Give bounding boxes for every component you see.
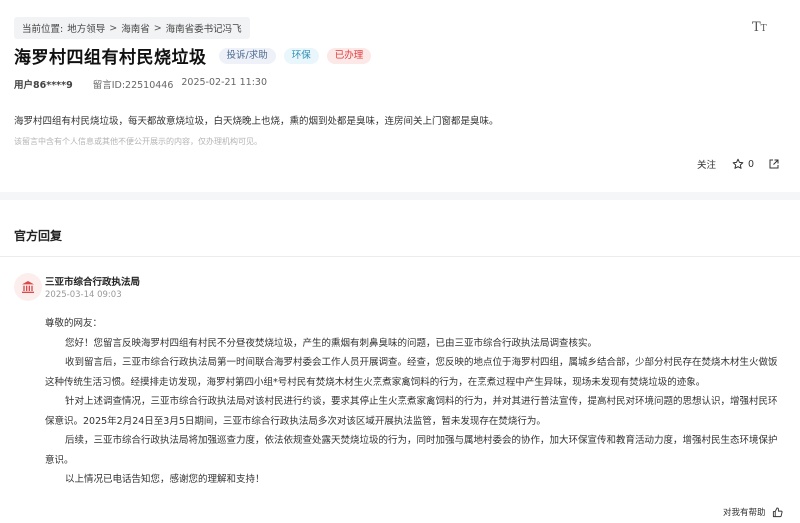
message-meta: 用户86****9 留言ID:22510446 2025-02-21 11:30 [14,77,267,91]
department-name[interactable]: 三亚市综合行政执法局 [45,274,140,288]
breadcrumb-item-region[interactable]: 地方领导 [67,21,105,35]
message-content: 海罗村四组有村民烧垃圾，每天都故意烧垃圾，白天烧晚上也烧，熏的烟到处都是臭味，连… [14,116,499,127]
helpful-button[interactable]: 对我有帮助 [723,506,783,518]
helpful-label: 对我有帮助 [723,508,766,518]
reply-body: 尊敬的网友： 您好！您留言反映海罗村四组有村民不分昼夜焚烧垃圾，产生的熏烟有刺鼻… [45,314,785,490]
breadcrumb-item-province[interactable]: 海南省 [121,21,150,35]
message-actions: 关注 0 [697,157,780,171]
breadcrumb-label: 当前位置: [22,24,64,35]
breadcrumb-item-leader[interactable]: 海南省委书记冯飞 [166,21,242,35]
status-badge: 已办理 [326,47,372,64]
official-reply-heading: 官方回复 [14,229,63,243]
reply-greeting: 尊敬的网友： [45,318,103,329]
font-size-icon[interactable]: TT [752,20,767,35]
reply-paragraph: 针对上述调查情况，三亚市综合行政执法局对该村民进行约谈，要求其停止生火烹煮家禽饲… [45,396,778,427]
breadcrumb: 当前位置: 地方领导 > 海南省 > 海南省委书记冯飞 [14,17,250,39]
share-button[interactable] [768,158,780,170]
reply-time: 2025-03-14 09:03 [45,290,122,300]
department-avatar [14,273,42,301]
message-id: 留言ID:22510446 [92,80,174,91]
breadcrumb-separator: > [153,22,162,34]
reply-paragraph: 您好！您留言反映海罗村四组有村民不分昼夜焚烧垃圾，产生的熏烟有刺鼻臭味的问题，已… [65,337,598,349]
reply-paragraph: 以上情况已电话告知您，感谢您的理解和支持！ [65,474,265,485]
star-icon [732,158,744,169]
government-building-icon [22,281,34,293]
message-user: 用户86****9 [14,80,73,91]
privacy-notice: 该留言中含有个人信息或其他不便公开展示的内容，仅办理机构可见。 [14,137,262,146]
breadcrumb-separator: > [109,22,118,34]
reply-paragraph: 收到留言后，三亚市综合行政执法局第一时间联合海罗村委会工作人员开展调查。经查，您… [45,357,778,388]
section-line [0,256,800,257]
type-tag: 投诉/求助 [218,47,276,64]
reply-paragraph: 后续，三亚市综合行政执法局将加强巡查力度，依法依规查处露天焚烧垃圾的行为，同时加… [45,435,778,466]
like-count: 0 [748,158,755,170]
follow-button[interactable]: 关注 [697,157,716,171]
section-divider [0,192,800,200]
message-title: 海罗村四组有村民烧垃圾 [14,48,207,68]
message-time: 2025-02-21 11:30 [181,77,267,88]
field-tag: 环保 [283,47,319,64]
message-header: 海罗村四组有村民烧垃圾 投诉/求助 环保 已办理 [14,43,372,68]
share-icon [769,159,779,169]
thumbs-up-icon [772,506,783,517]
like-button[interactable]: 0 [732,158,754,170]
